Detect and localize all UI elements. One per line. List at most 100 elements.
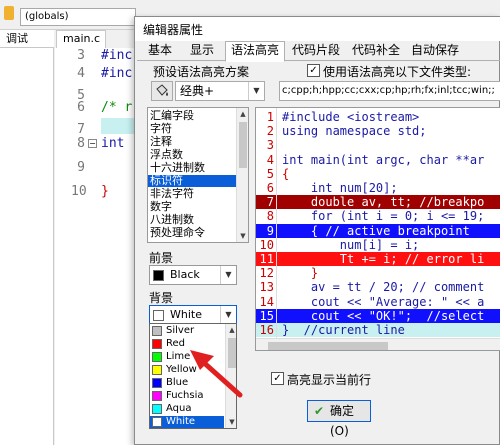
code-text: cout << "OK!"; //select xyxy=(282,308,485,323)
color-option[interactable]: Lime xyxy=(150,351,224,363)
code-editor[interactable]: 3 #inc 4 #inc 5 6/* r 7 8 int −9 10} xyxy=(55,48,140,445)
scroll-thumb[interactable] xyxy=(268,342,388,350)
background-color-select[interactable]: White ▼ xyxy=(149,305,237,325)
project-panel: 调试 xyxy=(0,30,54,445)
scroll-down-icon[interactable]: ▼ xyxy=(237,230,248,242)
scheme-select[interactable]: 经典+ ▼ xyxy=(175,81,265,101)
highlight-current-line-label: 高亮显示当前行 xyxy=(287,373,372,387)
line-number: 16 xyxy=(259,323,274,337)
scroll-up-icon[interactable]: ▲ xyxy=(226,324,236,336)
tab-5[interactable]: 自动保存 xyxy=(407,42,463,61)
tab-3[interactable]: 代码片段 xyxy=(287,42,345,61)
color-option[interactable]: Yellow xyxy=(150,364,224,376)
background-value: White xyxy=(170,308,202,321)
checkmark-icon: ✔ xyxy=(314,404,325,418)
color-option[interactable]: White xyxy=(150,416,224,428)
chevron-down-icon: ▼ xyxy=(220,266,236,284)
list-item[interactable]: 浮点数 xyxy=(148,149,236,161)
tab-0[interactable]: 基本 xyxy=(141,42,179,61)
preview-line: 15 cout << "OK!"; //select xyxy=(256,308,500,323)
color-swatch xyxy=(153,270,164,281)
scroll-thumb[interactable] xyxy=(239,122,247,168)
line-number: 3 xyxy=(266,138,274,153)
list-item[interactable]: 八进制数 xyxy=(148,214,236,226)
ide-code-line: 9 xyxy=(55,160,140,183)
line-number: 8 xyxy=(77,136,85,151)
color-option-label: White xyxy=(166,416,196,427)
color-dropdown-list[interactable]: White Aqua Fuchsia Blue Yellow Lime Red Silver … xyxy=(149,323,237,429)
preview-line: 8 for (int i = 0; i <= 19; xyxy=(256,209,500,224)
line-number: 9 xyxy=(266,223,274,238)
preview-horizontal-scrollbar[interactable] xyxy=(256,338,500,350)
color-option-label: Red xyxy=(166,338,185,349)
scope-combo[interactable]: (globals) xyxy=(20,8,136,26)
foreground-color-select[interactable]: Black ▼ xyxy=(149,265,237,285)
preview-line: 7 double av, tt; //breakpo xyxy=(256,195,500,210)
preset-label: 预设语法高亮方案 xyxy=(153,65,250,79)
color-option[interactable]: Fuchsia xyxy=(150,390,224,402)
code-text: { xyxy=(282,166,290,181)
scroll-up-icon[interactable]: ▲ xyxy=(237,108,248,120)
element-list-scrollbar[interactable]: ▲ ▼ xyxy=(236,108,248,242)
line-number: 10 xyxy=(71,184,87,199)
tab-2[interactable]: 语法高亮 xyxy=(225,41,285,62)
line-number: 15 xyxy=(259,308,274,323)
preview-line: 3 xyxy=(256,138,500,153)
line-number: 2 xyxy=(266,124,274,139)
preview-line: 11 Tt += i; // error li xyxy=(256,252,500,266)
code-text: } xyxy=(282,266,319,281)
tab-4[interactable]: 代码补全 xyxy=(347,42,405,61)
code-text: using namespace std; xyxy=(282,124,427,139)
line-number: 14 xyxy=(259,294,274,309)
color-option-label: Yellow xyxy=(166,364,197,375)
list-item[interactable]: 非法字符 xyxy=(148,188,236,200)
list-item[interactable]: 注释 xyxy=(148,136,236,148)
scroll-thumb[interactable] xyxy=(228,338,236,368)
color-swatch xyxy=(152,404,162,414)
use-highlight-label: 使用语法高亮以下文件类型: xyxy=(323,65,472,79)
color-option-label: Silver xyxy=(166,325,195,336)
use-highlight-checkbox[interactable]: ✓ xyxy=(307,64,320,77)
preview-line: 16 } //current line xyxy=(256,323,500,337)
code-text: int num[20]; xyxy=(282,181,398,195)
scheme-save-button[interactable] xyxy=(151,81,173,101)
list-item[interactable]: 汇编字段 xyxy=(148,110,236,122)
line-number: 3 xyxy=(77,48,85,63)
color-option-label: Aqua xyxy=(166,403,192,414)
tab-1[interactable]: 显示 xyxy=(181,42,223,61)
scroll-down-icon[interactable]: ▼ xyxy=(226,416,236,428)
line-number: 8 xyxy=(266,209,274,224)
color-option[interactable]: Red xyxy=(150,338,224,350)
dialog-titlebar[interactable]: 编辑器属性 xyxy=(135,17,500,41)
ide-code-line: 8 int − xyxy=(55,136,140,159)
list-item[interactable]: 字符 xyxy=(148,123,236,135)
ide-code-line: 4 #inc xyxy=(55,66,140,89)
element-list[interactable]: 预处理命令 八进制数 数字 非法字符 标识符 十六进制数 浮点数 注释 字符 汇编字段 ▲ ▼ xyxy=(147,107,249,243)
ok-button[interactable]: ✔ 确定(O) xyxy=(307,400,371,438)
color-option[interactable]: Blue xyxy=(150,377,224,389)
file-tab-main-c[interactable]: main.c xyxy=(56,30,106,48)
dialog-title: 编辑器属性 xyxy=(143,23,204,37)
line-number: 13 xyxy=(259,280,274,295)
ok-button-label: 确定(O) xyxy=(330,404,355,438)
color-option[interactable]: Silver xyxy=(150,325,224,337)
color-list-scrollbar[interactable]: ▲ ▼ xyxy=(225,324,236,428)
line-number: 12 xyxy=(259,266,274,281)
color-swatch xyxy=(152,417,162,427)
list-item[interactable]: 十六进制数 xyxy=(148,162,236,174)
color-swatch xyxy=(152,352,162,362)
preview-line: 10 num[i] = i; xyxy=(256,237,500,252)
file-types-input[interactable]: c;cpp;h;hpp;cc;cxx;cp;hp;rh;fx;inl;tcc;w… xyxy=(279,81,500,101)
folder-icon[interactable] xyxy=(4,6,14,20)
code-text: av = tt / 20; // comment xyxy=(282,280,485,295)
tab-debug[interactable]: 调试 xyxy=(0,30,54,48)
highlight-current-line-checkbox[interactable]: ✓ xyxy=(271,372,284,385)
list-item[interactable]: 数字 xyxy=(148,201,236,213)
list-item[interactable]: 标识符 xyxy=(148,175,236,187)
line-number: 4 xyxy=(266,152,274,167)
fold-toggle-icon[interactable]: − xyxy=(88,139,97,148)
code-text: } //current line xyxy=(282,323,405,337)
color-option[interactable]: Aqua xyxy=(150,403,224,415)
preview-line: 4 int main(int argc, char **ar xyxy=(256,152,500,167)
list-item[interactable]: 预处理命令 xyxy=(148,227,236,239)
